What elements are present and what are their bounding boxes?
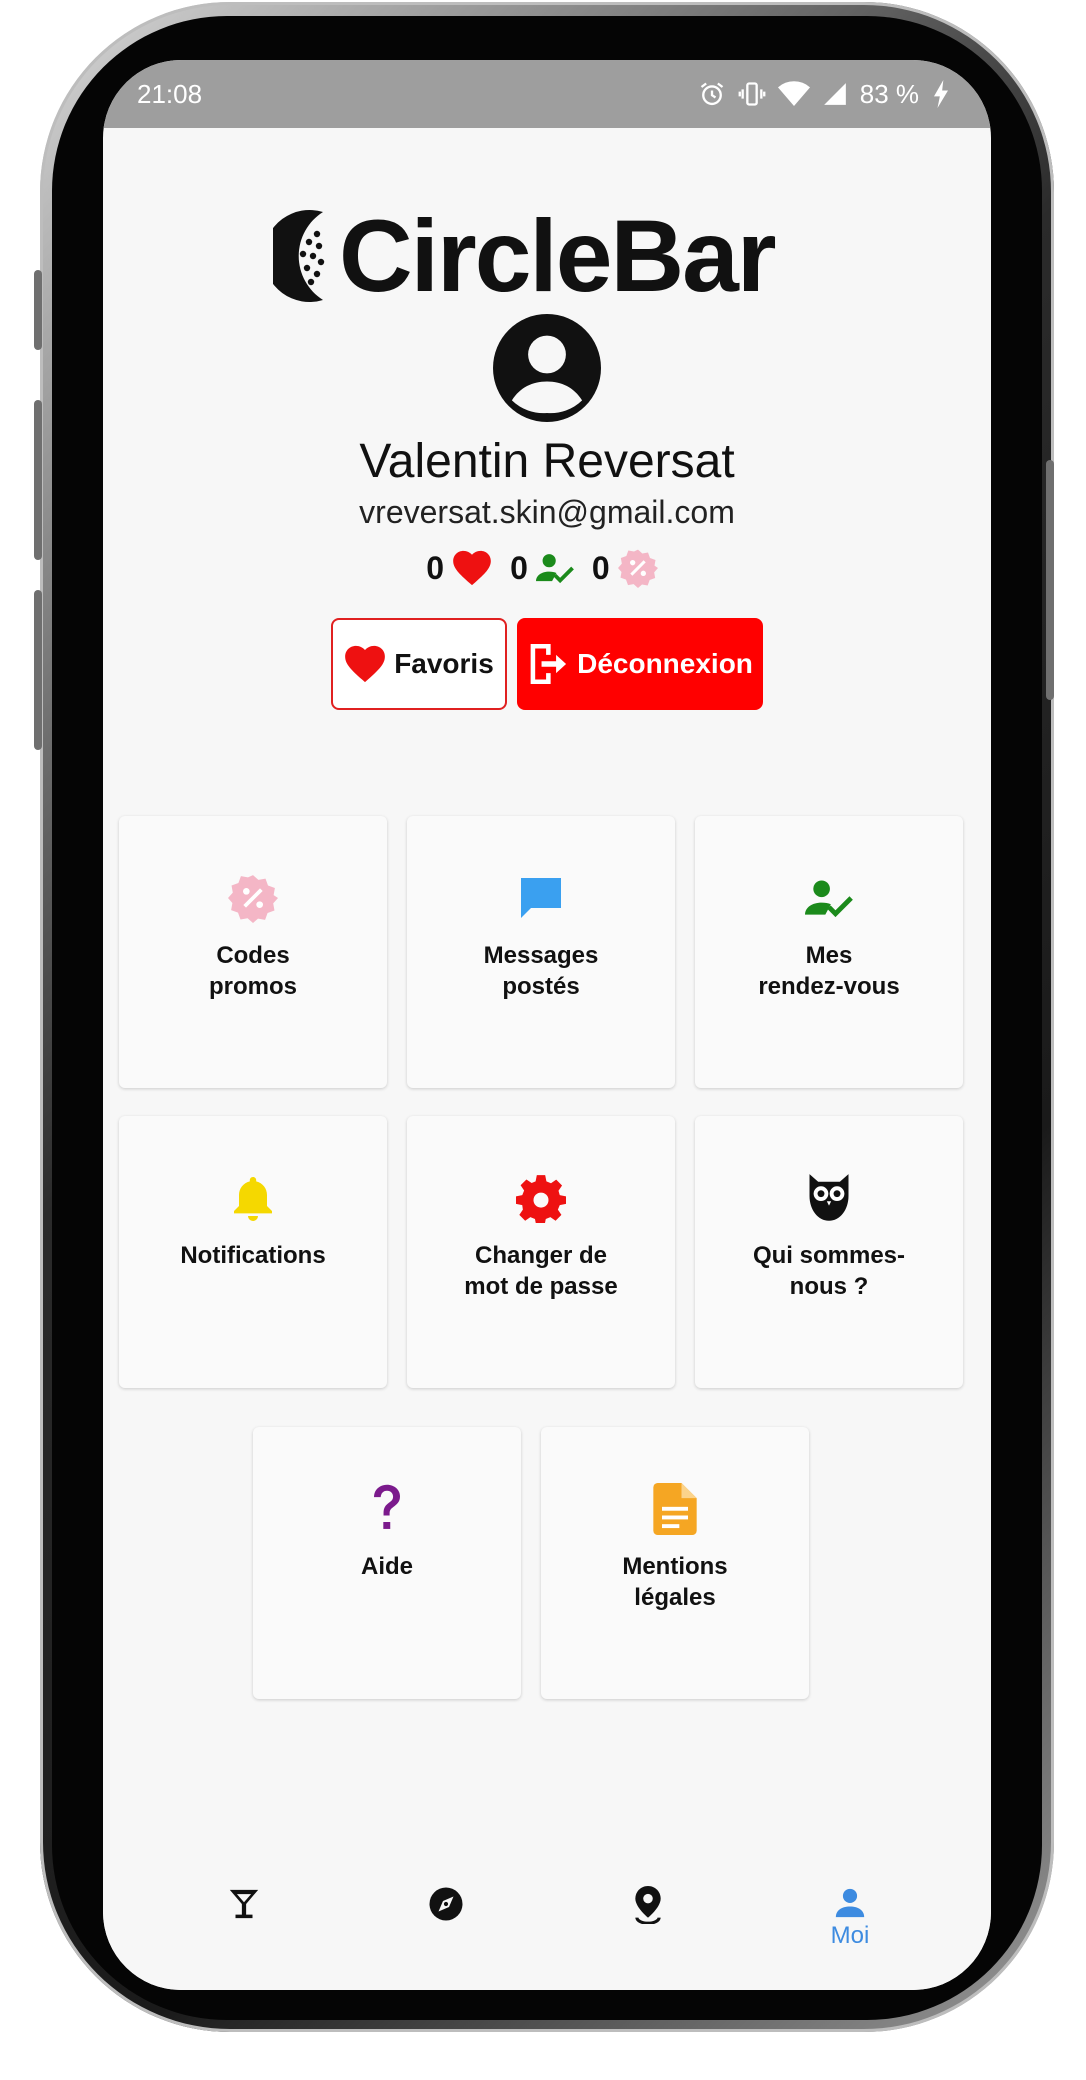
menu-card-notifications[interactable]: Notifications [119,1116,387,1388]
menu-card-label: Mentions légales [622,1553,728,1611]
logo-mark-icon [273,210,325,302]
promo-badge-icon [227,872,279,924]
appointments-count: 0 [510,549,528,586]
menu-card-appointments[interactable]: Mes rendez-vous [695,816,963,1088]
side-button [34,270,42,350]
nav-item-explore[interactable] [386,1886,506,1922]
gear-icon [515,1172,567,1224]
cocktail-icon [229,1889,259,1919]
wifi-icon [777,81,810,106]
app-logo: CircleBar [273,199,777,313]
promo-count: 0 [591,549,610,586]
menu-card-label: Changer de mot de passe [464,1242,618,1300]
compass-icon [429,1887,463,1921]
menu-card-label: Aide [360,1553,413,1580]
menu-card-label: Codes promos [208,942,297,1000]
menu-card-posted-messages[interactable]: Messages postés [407,816,675,1088]
menu-card-help[interactable]: Aide [253,1427,521,1699]
logout-icon [530,644,567,684]
nav-item-profile[interactable]: Moi [790,1886,910,1950]
bottom-navigation: Moi [103,1858,991,1990]
menu-card-label: Messages postés [483,942,599,1000]
status-icons: 83 % [698,79,951,110]
bell-icon [227,1172,279,1224]
profile-actions: Favoris Déconnexion [103,618,991,710]
user-name: Valentin Reversat [359,435,735,488]
person-icon [835,1888,865,1918]
status-bar: 21:08 83 % [103,60,991,128]
profile-stats: 0 0 0 [103,548,991,588]
heart-icon [345,645,386,683]
nav-item-bars[interactable] [184,1886,304,1922]
menu-card-label: Notifications [180,1242,326,1269]
menu-card-label: Qui sommes- nous ? [752,1242,906,1300]
avatar[interactable] [493,314,601,422]
person-check-icon [535,551,574,585]
menu-card-label: Mes rendez-vous [758,942,900,1000]
person-check-icon [803,872,855,924]
question-icon [361,1483,413,1535]
menu-card-legal-notices[interactable]: Mentions légales [541,1427,809,1699]
menu-card-about-us[interactable]: Qui sommes- nous ? [695,1116,963,1388]
logo-text: CircleBar [339,199,777,313]
map-pin-icon [635,1886,661,1924]
chat-icon [515,872,567,924]
side-button [34,400,42,560]
phone-screen: 21:08 83 % CircleBar Valentin Reversat v… [103,60,991,1990]
logout-button-label: Déconnexion [577,648,753,679]
logout-button[interactable]: Déconnexion [517,618,763,710]
side-button [34,590,42,750]
favorites-button-label: Favoris [394,648,494,679]
side-button [1046,460,1054,700]
heart-icon [452,550,492,586]
user-email: vreversat.skin@gmail.com [359,494,735,530]
signal-icon [823,83,846,105]
favorites-count: 0 [426,549,445,586]
vibrate-icon [738,82,766,106]
status-time: 21:08 [137,78,203,109]
promo-badge-icon [617,548,658,588]
nav-label-profile: Moi [830,1922,870,1949]
battery-percent: 83 % [859,78,919,109]
document-icon [649,1483,701,1535]
charging-icon [934,80,948,108]
alarm-icon [700,82,723,106]
menu-card-promo-codes[interactable]: Codes promos [119,816,387,1088]
nav-item-map[interactable] [588,1886,708,1924]
profile-page: CircleBar Valentin Reversat vreversat.sk… [103,128,991,1858]
owl-icon [803,1172,855,1224]
favorites-button[interactable]: Favoris [331,618,507,710]
menu-card-change-password[interactable]: Changer de mot de passe [407,1116,675,1388]
